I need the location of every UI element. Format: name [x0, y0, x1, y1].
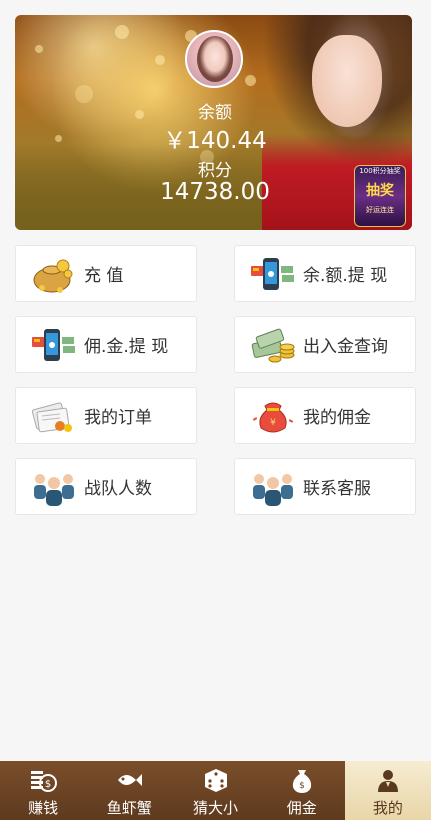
bottom-tabbar: $ 赚钱 鱼虾蟹 猜大小 $ 佣金 我的: [0, 761, 431, 820]
red-pouch-icon: ¥: [249, 396, 297, 436]
recharge-button[interactable]: 充 值: [15, 245, 197, 302]
team-icon: [249, 467, 297, 507]
money-sack-icon: $: [287, 765, 317, 795]
commission-withdraw-label: 佣.金.提 现: [84, 337, 169, 357]
phone-cash-icon: [249, 254, 297, 294]
tab-guess-size[interactable]: 猜大小: [172, 761, 258, 820]
team-count-button[interactable]: 战队人数: [15, 458, 197, 515]
svg-text:$: $: [45, 779, 51, 790]
tab-commission-label: 佣金: [286, 799, 317, 817]
balance-withdraw-button[interactable]: 余.额.提 现: [234, 245, 416, 302]
promo-line3: 好运连连: [366, 206, 394, 215]
points-label: 积分: [198, 161, 232, 181]
commission-withdraw-button[interactable]: 佣.金.提 现: [15, 316, 197, 373]
recharge-label: 充 值: [84, 266, 124, 286]
phone-cash-icon: [30, 325, 78, 365]
tab-fish-shrimp-crab[interactable]: 鱼虾蟹: [86, 761, 172, 820]
points-value: 14738.00: [160, 179, 270, 205]
cash-coins-icon: [249, 325, 297, 365]
svg-text:¥: ¥: [270, 418, 276, 428]
contact-service-label: 联系客服: [303, 479, 371, 499]
tab-earn[interactable]: $ 赚钱: [0, 761, 86, 820]
user-icon: [373, 765, 403, 795]
tab-guess-label: 猜大小: [193, 799, 239, 817]
my-commission-button[interactable]: ¥ 我的佣金: [234, 387, 416, 444]
contact-service-button[interactable]: 联系客服: [234, 458, 416, 515]
tab-earn-label: 赚钱: [28, 799, 59, 817]
orders-icon: [30, 396, 78, 436]
fish-icon: [114, 765, 144, 795]
team-count-label: 战队人数: [84, 479, 152, 499]
team-icon: [30, 467, 78, 507]
balance-withdraw-label: 余.额.提 现: [303, 266, 388, 286]
tab-mine[interactable]: 我的: [344, 761, 431, 820]
coin-stack-icon: $: [28, 765, 58, 795]
tab-commission[interactable]: $ 佣金: [259, 761, 345, 820]
balance-value: ￥140.44: [163, 128, 267, 154]
tab-fish-label: 鱼虾蟹: [106, 799, 152, 817]
avatar[interactable]: [185, 30, 243, 88]
svg-text:$: $: [299, 781, 305, 791]
money-bag-icon: [30, 254, 78, 294]
my-orders-button[interactable]: 我的订单: [15, 387, 197, 444]
my-orders-label: 我的订单: [84, 408, 152, 428]
cash-flow-query-button[interactable]: 出入金查询: [234, 316, 416, 373]
cash-flow-query-label: 出入金查询: [303, 337, 388, 357]
tab-mine-label: 我的: [372, 799, 403, 817]
balance-label: 余额: [198, 103, 232, 123]
dice-icon: [201, 765, 231, 795]
my-commission-label: 我的佣金: [303, 408, 371, 428]
